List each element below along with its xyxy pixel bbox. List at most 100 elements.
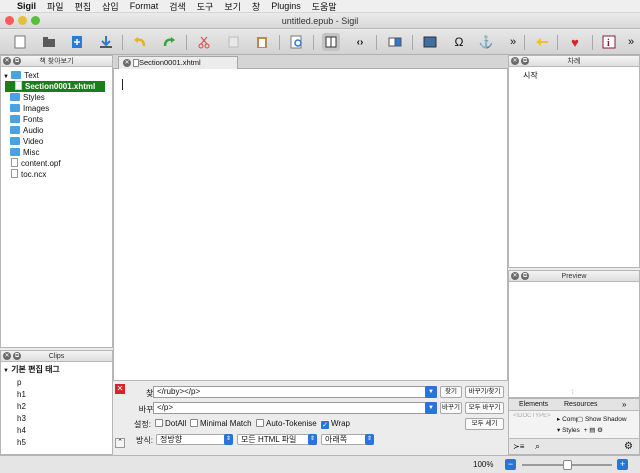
zoom-in-button[interactable]: + — [617, 459, 628, 470]
cut-icon[interactable] — [195, 33, 213, 51]
clip-item[interactable]: h3 — [17, 414, 26, 423]
scope-select[interactable]: 모든 HTML 파일 ⇕ — [237, 434, 317, 445]
undo-icon[interactable] — [131, 33, 149, 51]
anchor-icon[interactable]: ⚓ — [477, 33, 495, 51]
tree-item-section0001[interactable]: Section0001.xhtml — [5, 81, 105, 92]
clip-item[interactable]: h4 — [17, 426, 26, 435]
close-icon[interactable]: ✕ — [123, 59, 131, 67]
find-button[interactable]: 찾기 — [440, 386, 462, 398]
chevron-down-icon[interactable]: ▼ — [425, 402, 437, 414]
insert-image-icon[interactable] — [421, 33, 439, 51]
clip-item[interactable]: p — [17, 378, 21, 387]
redo-icon[interactable] — [160, 33, 178, 51]
menu-view[interactable]: 보기 — [224, 0, 241, 13]
tree-item-video[interactable]: Video — [10, 136, 43, 147]
tab-elements[interactable]: Elements — [519, 401, 548, 408]
metadata-icon[interactable]: i — [600, 33, 618, 51]
file-icon — [133, 59, 139, 67]
overflow-icon[interactable]: » — [622, 400, 626, 409]
overflow-icon[interactable]: » — [504, 33, 522, 51]
replace-button[interactable]: 바꾸기 — [440, 402, 462, 414]
dotall-checkbox[interactable]: DotAll — [155, 419, 186, 428]
find-value: </ruby></p> — [157, 387, 201, 396]
collapse-icon[interactable]: ⌃ — [115, 438, 125, 448]
tree-item-audio[interactable]: Audio — [10, 125, 43, 136]
toc-header: ✕ ⧉ 차례 — [509, 56, 639, 67]
heart-icon[interactable]: ♥ — [566, 33, 584, 51]
save-icon[interactable] — [97, 33, 115, 51]
zoom-out-button[interactable]: − — [505, 459, 516, 470]
close-icon[interactable]: ✕ — [115, 384, 125, 394]
zoom-slider-handle[interactable] — [563, 460, 572, 470]
float-icon[interactable]: ⧉ — [13, 352, 21, 360]
tab-section0001[interactable]: ✕ Section0001.xhtml — [118, 56, 238, 69]
float-icon[interactable]: ⧉ — [13, 57, 21, 65]
menu-tools[interactable]: 도구 — [197, 0, 214, 13]
tree-item-toc-ncx[interactable]: toc.ncx — [11, 169, 46, 180]
search-icon[interactable]: ⌕ — [535, 441, 540, 452]
replace-find-button[interactable]: 바꾸기/찾기 — [465, 386, 504, 398]
split-view-icon[interactable] — [386, 33, 404, 51]
wrap-checkbox[interactable]: ✓ Wrap — [321, 419, 350, 429]
inspector-tab-bar: Elements Resources » — [509, 399, 639, 411]
count-all-button[interactable]: 모두 세기 — [465, 418, 504, 430]
close-icon[interactable]: ✕ — [3, 352, 11, 360]
close-icon[interactable]: ✕ — [511, 57, 519, 65]
tab-resources[interactable]: Resources — [564, 401, 597, 408]
copy-icon[interactable] — [224, 33, 242, 51]
resize-grip-icon[interactable]: ⁞ — [572, 390, 574, 396]
overflow-icon[interactable]: » — [624, 33, 638, 51]
replace-input[interactable]: </p> ▼ — [153, 402, 437, 414]
minimal-match-checkbox[interactable]: Minimal Match — [190, 419, 252, 428]
tree-item-label: Video — [23, 137, 44, 146]
menu-window[interactable]: 창 — [252, 0, 260, 13]
close-icon[interactable]: ✕ — [511, 272, 519, 280]
back-arrow-icon[interactable] — [533, 33, 551, 51]
menu-insert[interactable]: 삽입 — [102, 0, 119, 13]
book-view-icon[interactable] — [322, 33, 340, 51]
preview-icon[interactable] — [288, 33, 306, 51]
float-icon[interactable]: ⧉ — [521, 57, 529, 65]
menu-help[interactable]: 도움말 — [312, 0, 337, 13]
close-icon[interactable]: ✕ — [3, 57, 11, 65]
new-file-icon[interactable] — [11, 33, 29, 51]
tab-label: Section0001.xhtml — [139, 58, 201, 67]
menu-edit[interactable]: 편집 — [75, 0, 92, 13]
code-view-icon[interactable]: ‹› — [351, 33, 369, 51]
chevron-down-icon[interactable]: ▼ — [425, 386, 437, 398]
direction-select[interactable]: 아래쪽 ⇕ — [321, 434, 374, 445]
show-shadow-option[interactable]: ▢ Show Shadow — [577, 415, 627, 423]
dom-node[interactable]: <!DOCTYPE> — [513, 413, 553, 427]
tree-item-styles[interactable]: Styles — [10, 92, 45, 103]
toc-panel: ✕ ⧉ 차례 시작 — [508, 55, 640, 268]
tree-item-text[interactable]: ▼ Text — [3, 70, 39, 81]
menu-sigil[interactable]: Sigil — [17, 1, 36, 11]
auto-tokenise-checkbox[interactable]: Auto-Tokenise — [256, 419, 317, 428]
open-folder-icon[interactable] — [40, 33, 58, 51]
find-input[interactable]: </ruby></p> ▼ — [153, 386, 437, 398]
clip-item[interactable]: h2 — [17, 402, 26, 411]
clip-item[interactable]: h1 — [17, 390, 26, 399]
clips-group[interactable]: ▼ 기본 편집 태그 — [3, 364, 60, 375]
wrap-label: Wrap — [331, 419, 350, 428]
paste-icon[interactable] — [253, 33, 271, 51]
clip-item[interactable]: h5 — [17, 438, 26, 447]
tree-item-content-opf[interactable]: content.opf — [11, 158, 61, 169]
styles-section[interactable]: ▾ Styles + ▤ ⚙ — [557, 426, 603, 434]
add-file-icon[interactable] — [68, 33, 86, 51]
menu-file[interactable]: 파일 — [47, 0, 64, 13]
book-view-editor[interactable] — [113, 69, 508, 380]
omega-icon[interactable]: Ω — [450, 33, 468, 51]
menu-plugins[interactable]: Plugins — [271, 1, 301, 11]
replace-all-button[interactable]: 모두 바꾸기 — [465, 402, 504, 414]
gear-icon[interactable]: ⚙ — [624, 441, 633, 452]
toc-item[interactable]: 시작 — [523, 70, 538, 81]
float-icon[interactable]: ⧉ — [521, 272, 529, 280]
menu-search[interactable]: 검색 — [169, 0, 186, 13]
tree-item-misc[interactable]: Misc — [10, 147, 39, 158]
tree-item-images[interactable]: Images — [10, 103, 49, 114]
tree-item-fonts[interactable]: Fonts — [10, 114, 43, 125]
menu-format[interactable]: Format — [130, 1, 159, 11]
console-icon[interactable]: ≻≡ — [513, 442, 524, 451]
mode-select[interactable]: 정방향 ⇕ — [156, 434, 233, 445]
